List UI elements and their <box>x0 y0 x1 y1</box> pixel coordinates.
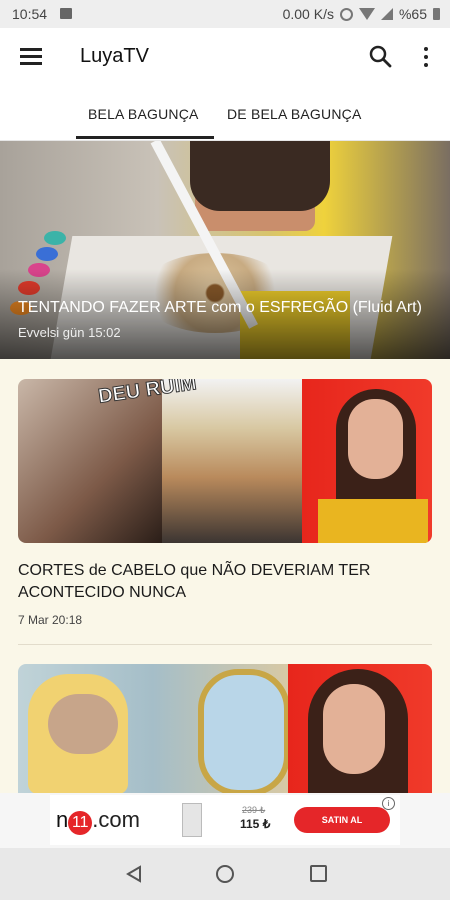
ad-product-image <box>182 803 202 837</box>
battery-percent: %65 <box>398 6 427 22</box>
video-thumbnail[interactable] <box>18 664 432 804</box>
video-title[interactable]: CORTES de CABELO que NÃO DEVERIAM TER AC… <box>18 560 428 604</box>
video-thumbnail[interactable]: DEU RUIM <box>18 379 432 543</box>
app-bar: LuyaTV <box>0 28 450 86</box>
ad-info-icon[interactable]: i <box>382 797 395 810</box>
system-nav-bar <box>0 848 450 900</box>
home-icon[interactable] <box>216 865 234 883</box>
app-title: LuyaTV <box>80 45 149 67</box>
tab-bar: BELA BAGUNÇA DE BELA BAGUNÇA <box>0 86 450 141</box>
status-bar: 10:54 0.00 K/s %65 <box>0 0 450 28</box>
signal-icon <box>380 8 393 20</box>
ad-buy-button[interactable]: SATIN AL <box>294 807 390 833</box>
ad-brand-logo: n 11 .com <box>56 807 140 835</box>
alarm-icon <box>339 7 353 21</box>
video-date: 7 Mar 20:18 <box>18 613 83 627</box>
ad-banner: n 11 .com 239 ₺ 115 ₺ SATIN AL i <box>0 793 450 848</box>
tab-bela-bagunca[interactable]: BELA BAGUNÇA <box>88 106 199 122</box>
tab-indicator <box>76 136 214 139</box>
featured-video-title: TENTANDO FAZER ARTE com o ESFREGÃO (Flui… <box>18 299 422 316</box>
divider <box>18 644 432 645</box>
recents-icon[interactable] <box>310 865 327 882</box>
status-right: 0.00 K/s %65 <box>283 6 440 22</box>
ad-new-price: 115 ₺ <box>240 817 271 831</box>
ad-old-price: 239 ₺ <box>242 805 266 815</box>
more-options-icon[interactable] <box>416 45 436 69</box>
wifi-icon <box>358 8 375 20</box>
featured-video[interactable]: TENTANDO FAZER ARTE com o ESFREGÃO (Flui… <box>0 141 450 359</box>
featured-video-date: Evvelsi gün 15:02 <box>18 325 121 340</box>
battery-icon <box>433 8 440 20</box>
back-icon[interactable] <box>126 865 142 888</box>
status-time: 10:54 <box>12 6 48 22</box>
tab-de-bela-bagunca[interactable]: DE BELA BAGUNÇA <box>227 106 362 122</box>
ad-content[interactable]: n 11 .com 239 ₺ 115 ₺ SATIN AL i <box>50 795 400 845</box>
net-speed: 0.00 K/s <box>282 6 334 22</box>
search-icon[interactable] <box>368 44 394 70</box>
menu-icon[interactable] <box>20 48 42 66</box>
image-notification-icon <box>60 8 72 19</box>
